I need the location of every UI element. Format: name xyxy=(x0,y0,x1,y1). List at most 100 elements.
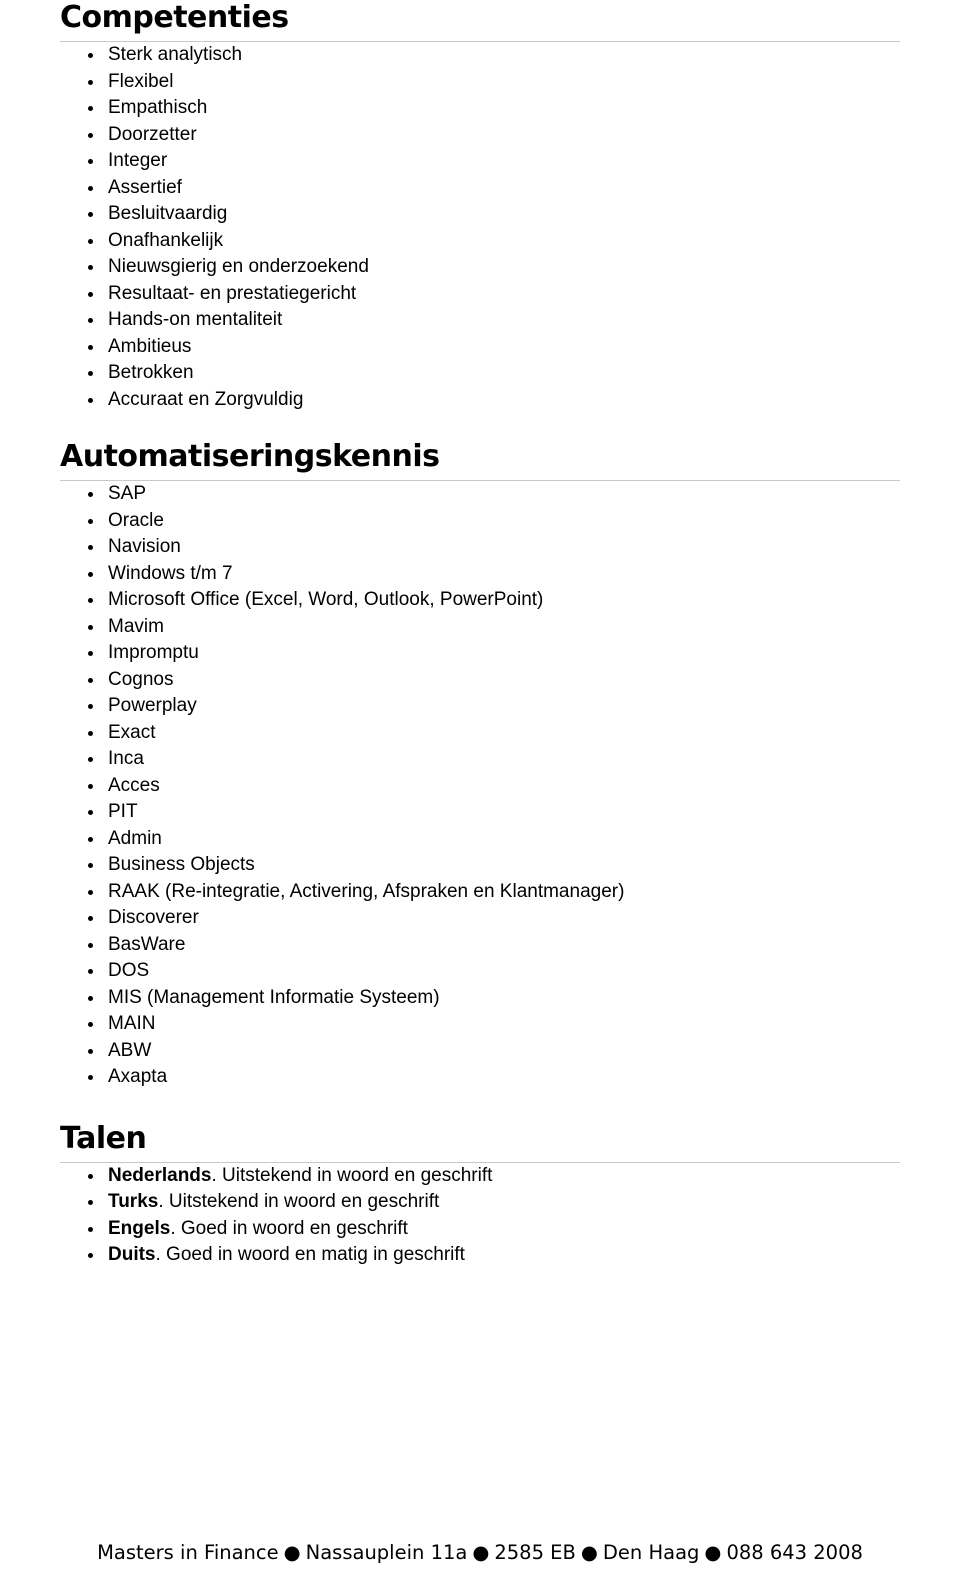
list-item: DOS xyxy=(60,958,900,985)
list-item-label: Flexibel xyxy=(108,70,174,92)
footer-phone: 088 643 2008 xyxy=(726,1541,863,1564)
list-item: SAP xyxy=(60,481,900,508)
list-item-label: Mavim xyxy=(108,615,164,637)
talen-list: Nederlands. Uitstekend in woord en gesch… xyxy=(60,1163,900,1269)
list-item-label: Nieuwsgierig en onderzoekend xyxy=(108,256,369,277)
list-item-label: MAIN xyxy=(108,1013,156,1034)
language-name: Nederlands xyxy=(108,1164,212,1186)
list-item-label: SAP xyxy=(108,483,147,504)
list-item-label: DOS xyxy=(108,960,150,981)
section-talen: Talen xyxy=(60,1121,900,1163)
list-item: Axapta xyxy=(60,1064,900,1091)
language-name: Turks xyxy=(108,1191,159,1212)
competenties-list: Sterk analytisch Flexibel Empathisch Doo… xyxy=(60,42,900,413)
list-item: Discoverer xyxy=(60,905,900,932)
list-item: Nieuwsgierig en onderzoekend xyxy=(60,254,900,281)
list-item: Powerplay xyxy=(60,693,900,720)
list-item-label: ABW xyxy=(108,1039,152,1061)
list-item: Resultaat- en prestatiegericht xyxy=(60,281,900,308)
list-item-label: Axapta xyxy=(108,1066,168,1087)
list-item-label: Sterk analytisch xyxy=(108,44,243,65)
list-item-label: Impromptu xyxy=(108,642,199,663)
section-competenties: Competenties xyxy=(60,0,900,42)
language-level: . Uitstekend in woord en geschrift xyxy=(158,1191,440,1212)
list-item: Assertief xyxy=(60,175,900,202)
list-item-label: Exact xyxy=(108,721,156,743)
list-item-label: Integer xyxy=(108,150,168,171)
list-item: Mavim xyxy=(60,614,900,641)
footer-postcode: 2585 EB xyxy=(494,1541,576,1564)
list-item: Sterk analytisch xyxy=(60,42,900,69)
list-item-label: Inca xyxy=(108,748,144,769)
list-item: Navision xyxy=(60,534,900,561)
list-item: Betrokken xyxy=(60,360,900,387)
automatiseringskennis-list: SAP Oracle Navision Windows t/m 7 Micros… xyxy=(60,481,900,1091)
list-item-label: Microsoft Office (Excel, Word, Outlook, … xyxy=(108,589,544,610)
footer-city: Den Haag xyxy=(602,1541,700,1564)
list-item: Ambitieus xyxy=(60,334,900,361)
list-item-label: Betrokken xyxy=(108,362,194,383)
list-item: Impromptu xyxy=(60,640,900,667)
list-item-label: Powerplay xyxy=(108,695,197,716)
list-item: Admin xyxy=(60,826,900,853)
list-item: Onafhankelijk xyxy=(60,228,900,255)
section-automatiseringskennis: Automatiseringskennis xyxy=(60,439,900,481)
list-item-label: Empathisch xyxy=(108,97,208,118)
list-item-label: PIT xyxy=(108,801,138,822)
page-title: Competenties xyxy=(60,0,289,35)
list-item-label: Ambitieus xyxy=(108,335,192,357)
list-item-label: Doorzetter xyxy=(108,123,197,145)
list-item: Oracle xyxy=(60,508,900,535)
language-name: Duits xyxy=(108,1244,156,1265)
section-heading: Talen xyxy=(60,1120,147,1156)
list-item: Besluitvaardig xyxy=(60,201,900,228)
language-level: . Goed in woord en matig in geschrift xyxy=(155,1244,465,1265)
section-heading: Automatiseringskennis xyxy=(60,439,440,474)
list-item-label: Onafhankelijk xyxy=(108,229,224,251)
list-item: Acces xyxy=(60,773,900,800)
list-item-label: Assertief xyxy=(108,176,182,198)
list-item: Duits. Goed in woord en matig in geschri… xyxy=(60,1242,900,1269)
list-item: Cognos xyxy=(60,667,900,694)
list-item-label: Navision xyxy=(108,536,181,557)
list-item-label: MIS (Management Informatie Systeem) xyxy=(108,986,440,1008)
list-item: Accuraat en Zorgvuldig xyxy=(60,387,900,414)
list-item: Windows t/m 7 xyxy=(60,561,900,588)
list-item: Flexibel xyxy=(60,69,900,96)
document-page: Competenties Sterk analytisch Flexibel E… xyxy=(0,0,960,1582)
list-item-label: Acces xyxy=(108,774,160,796)
list-item-label: Accuraat en Zorgvuldig xyxy=(108,388,304,410)
list-item: PIT xyxy=(60,799,900,826)
language-name: Engels xyxy=(108,1217,171,1239)
list-item-label: Admin xyxy=(108,827,162,849)
list-item: Inca xyxy=(60,746,900,773)
footer-street: Nassauplein 11a xyxy=(305,1541,468,1564)
list-item: Turks. Uitstekend in woord en geschrift xyxy=(60,1189,900,1216)
list-item-label: Discoverer xyxy=(108,907,199,928)
list-item-label: Hands-on mentaliteit xyxy=(108,309,283,330)
list-item: Microsoft Office (Excel, Word, Outlook, … xyxy=(60,587,900,614)
list-item-label: BasWare xyxy=(108,933,186,955)
footer-company: Masters in Finance xyxy=(97,1541,279,1564)
list-item-label: Besluitvaardig xyxy=(108,203,228,224)
list-item-label: Resultaat- en prestatiegericht xyxy=(108,282,357,304)
footer-separator-dot: ● xyxy=(283,1541,301,1564)
list-item: Business Objects xyxy=(60,852,900,879)
list-item-label: RAAK (Re-integratie, Activering, Afsprak… xyxy=(108,880,625,902)
footer-separator-dot: ● xyxy=(580,1541,598,1564)
list-item: MAIN xyxy=(60,1011,900,1038)
list-item-label: Cognos xyxy=(108,668,174,690)
language-level: . Uitstekend in woord en geschrift xyxy=(211,1164,493,1186)
list-item: Integer xyxy=(60,148,900,175)
list-item-label: Windows t/m 7 xyxy=(108,562,233,584)
footer-separator-dot: ● xyxy=(704,1541,722,1564)
language-level: . Goed in woord en geschrift xyxy=(170,1217,408,1239)
list-item: BasWare xyxy=(60,932,900,959)
list-item: Nederlands. Uitstekend in woord en gesch… xyxy=(60,1163,900,1190)
list-item: Engels. Goed in woord en geschrift xyxy=(60,1216,900,1243)
list-item-label: Oracle xyxy=(108,509,164,531)
footer-separator-dot: ● xyxy=(472,1541,490,1564)
list-item-label: Business Objects xyxy=(108,854,255,875)
page-footer: Masters in Finance ● Nassauplein 11a ● 2585 … xyxy=(0,1541,960,1564)
list-item: Doorzetter xyxy=(60,122,900,149)
